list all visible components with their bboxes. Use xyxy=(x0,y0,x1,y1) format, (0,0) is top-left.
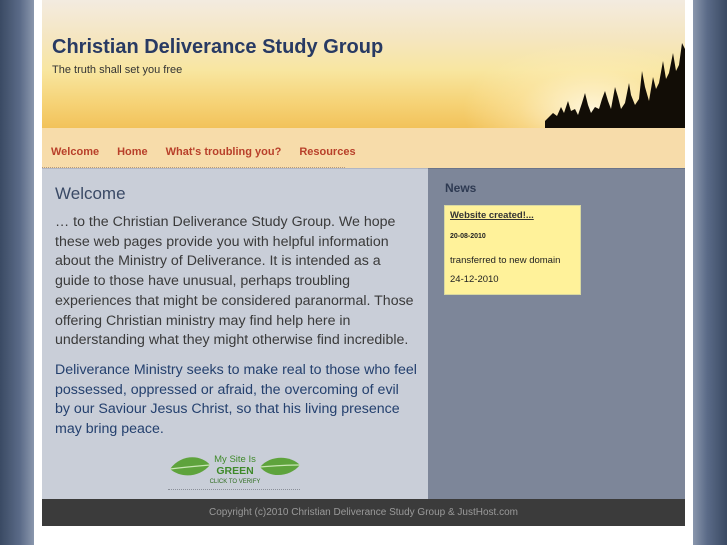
nav-troubling-link[interactable]: What's troubling you? xyxy=(166,146,282,158)
main-navigation: Welcome Home What's troubling you? Resou… xyxy=(42,128,685,168)
news-date: 20-08-2010 xyxy=(450,233,486,240)
mission-paragraph: Deliverance Ministry seeks to make real … xyxy=(55,362,417,438)
main-content: Welcome … to the Christian Deliverance S… xyxy=(42,168,428,500)
copyright-text: Copyright (c)2010 Christian Deliverance … xyxy=(208,507,519,518)
green-site-badge[interactable]: My Site Is GREEN CLICK TO VERIFY xyxy=(168,451,301,490)
badge-line-1: My Site Is xyxy=(214,454,256,465)
nav-welcome-link[interactable]: Welcome xyxy=(51,146,99,158)
site-title: Christian Deliverance Study Group xyxy=(52,36,384,58)
nav-resources-link[interactable]: Resources xyxy=(299,146,355,158)
leaf-icon: My Site Is GREEN CLICK TO VERIFY xyxy=(169,454,301,485)
news-title-link[interactable]: Website created!... xyxy=(450,210,575,221)
badge-line-3: CLICK TO VERIFY xyxy=(210,479,261,485)
site-header: Christian Deliverance Study Group The tr… xyxy=(42,0,685,128)
nav-home-link[interactable]: Home xyxy=(117,146,148,158)
pine-trees-image xyxy=(545,43,685,128)
page-heading: Welcome xyxy=(55,184,126,203)
badge-line-2: GREEN xyxy=(216,465,253,477)
intro-paragraph: … to the Christian Deliverance Study Gro… xyxy=(55,214,414,349)
news-body: transferred to new domain 24-12-2010 xyxy=(450,255,561,285)
news-heading: News xyxy=(445,181,477,195)
site-footer: Copyright (c)2010 Christian Deliverance … xyxy=(42,499,685,526)
page-frame: Christian Deliverance Study Group The tr… xyxy=(42,0,685,526)
site-tagline: The truth shall set you free xyxy=(52,64,183,76)
news-item: Website created!... 20-08-2010 transferr… xyxy=(444,205,581,295)
news-sidebar: News Website created!... 20-08-2010 tran… xyxy=(428,168,685,500)
